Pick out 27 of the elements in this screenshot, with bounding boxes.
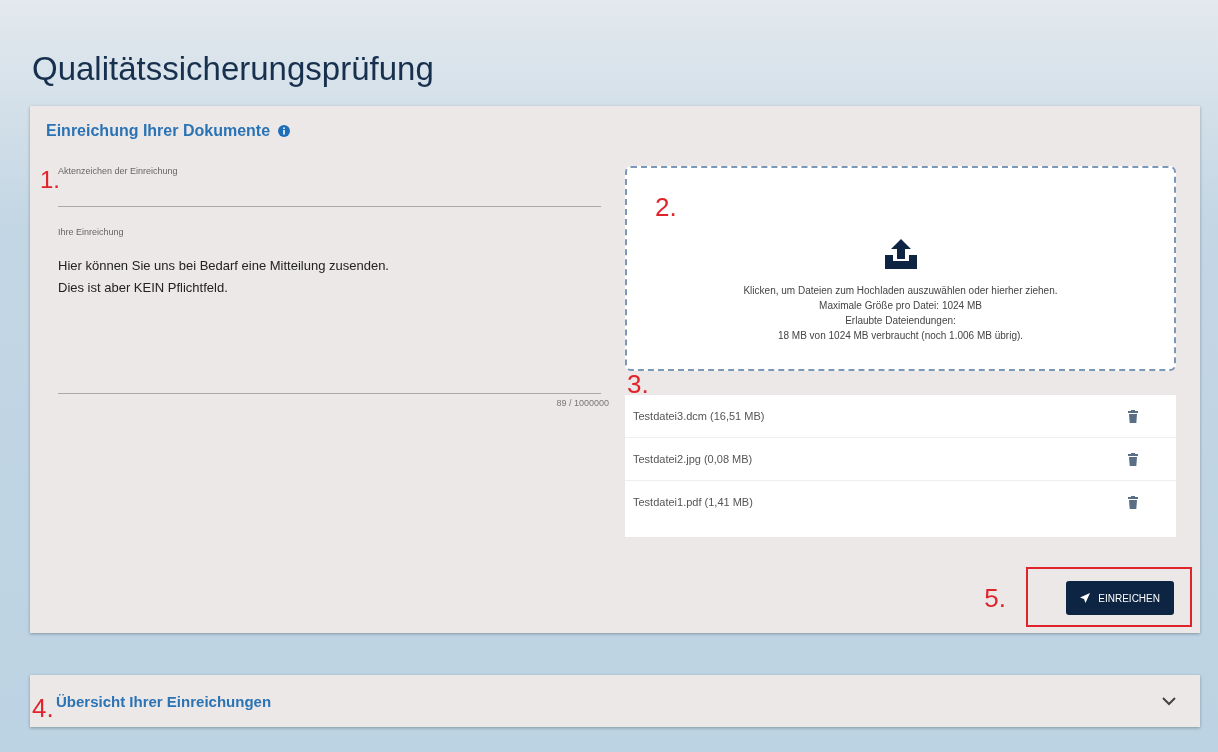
trash-icon[interactable] (1128, 495, 1138, 509)
upload-info-text: 18 MB von 1024 MB verbraucht (noch 1.006 MB übrig). (777, 329, 1024, 343)
card-title: Einreichung Ihrer Dokumente (46, 122, 271, 140)
trash-icon[interactable] (1128, 409, 1138, 423)
annotation-number: 2. (655, 194, 677, 220)
accordion-title: Übersicht Ihrer Einreichungen (56, 692, 272, 710)
annotation-number: 5. (984, 585, 1006, 611)
upload-dropzone[interactable]: 2. Klicken, um Dateien zum Hochladen auszuwählen oder hierher ziehen. Maximale Größe pro Datei: 1024 MB Erlaubte Dateiendungen: 18 MB von 1024 MB verbraucht (noch 1.006 MB übrig). (625, 166, 1176, 371)
page-title: Qualitätssicherungsprüfung (32, 50, 435, 88)
upload-info-text: Erlaubte Dateiendungen: (845, 314, 956, 328)
annotation-number: 3. (627, 371, 649, 397)
info-icon[interactable] (278, 125, 291, 137)
upload-info-text: Maximale Größe pro Datei: 1024 MB (819, 299, 982, 313)
upload-info-text: Klicken, um Dateien zum Hochladen auszuwählen oder hierher ziehen. (743, 284, 1058, 298)
send-icon (1080, 593, 1091, 603)
trash-icon[interactable] (1128, 452, 1138, 466)
file-name: Testdatei1.pdf (1,41 MB) (633, 496, 753, 508)
submit-button[interactable]: EINREICHEN (1066, 581, 1174, 615)
field-label: Ihre Einreichung (58, 227, 125, 237)
field-label: Aktenzeichen der Einreichung (58, 166, 179, 176)
message-textarea[interactable]: Hier können Sie uns bei Bedarf eine Mitteilung zusenden. Dies ist aber KEIN Pflichtfeld. (58, 255, 601, 394)
upload-icon (884, 239, 917, 269)
chevron-icon (1162, 696, 1176, 706)
annotation-number: 4. (32, 695, 54, 721)
file-name: Testdatei2.jpg (0,08 MB) (633, 453, 753, 465)
file-name: Testdatei3.dcm (16,51 MB) (633, 410, 765, 422)
character-counter: 89 / 1000000 (556, 398, 609, 408)
